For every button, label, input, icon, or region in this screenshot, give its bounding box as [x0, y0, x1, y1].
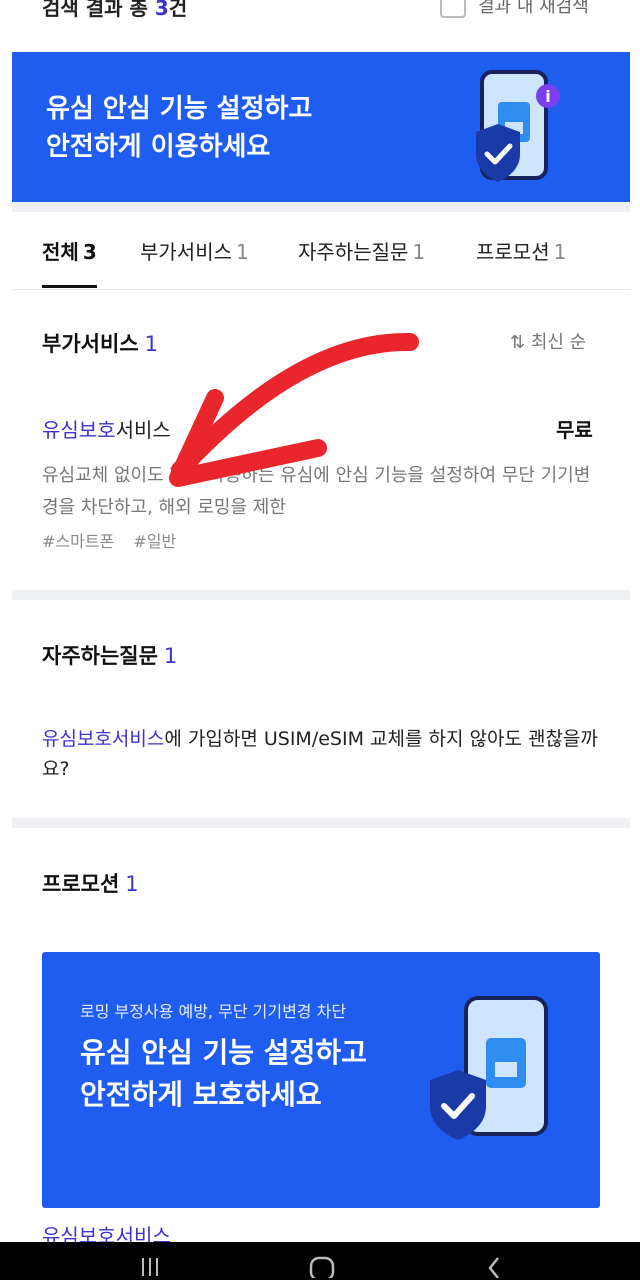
faq-section-title: 자주하는질문 1 — [42, 644, 178, 668]
search-within-checkbox[interactable] — [440, 0, 466, 18]
promo-banner-title: 유심 안심 기능 설정하고 안전하게 보호하세요 — [80, 1036, 367, 1111]
recent-apps-icon — [142, 1258, 158, 1276]
tab-promotion[interactable]: 프로모션 1 — [476, 236, 566, 288]
section-divider — [12, 818, 630, 828]
tab-addon-services[interactable]: 부가서비스 1 — [140, 236, 249, 288]
phone-sim-icon: i — [476, 70, 560, 182]
promo-banner[interactable]: 로밍 부정사용 예방, 무단 기기변경 차단 유심 안심 기능 설정하고 안전하… — [42, 952, 600, 1208]
addon-section-title: 부가서비스 1 — [42, 332, 158, 356]
top-banner[interactable]: 유심 안심 기능 설정하고 안전하게 이용하세요 i — [12, 52, 630, 202]
info-badge-icon: i — [536, 84, 560, 108]
svg-text:i: i — [545, 87, 550, 106]
addon-item-tags: #스마트폰 #일반 — [42, 528, 190, 552]
result-count: 3 — [154, 0, 169, 20]
home-button[interactable] — [308, 1254, 336, 1280]
addon-item-price: 무료 — [556, 418, 593, 442]
section-divider — [12, 590, 630, 600]
result-summary-bar: 검색 결과 총 3건 결과 내 재검색 — [12, 0, 630, 26]
search-within-label[interactable]: 결과 내 재검색 — [478, 0, 589, 18]
addon-item-description[interactable]: 유심교체 없이도 현재 사용하는 유심에 안심 기능을 설정하여 무단 기기변경… — [42, 460, 602, 524]
system-nav-bar — [0, 1242, 640, 1280]
sort-button[interactable]: ⇅ 최신 순 — [510, 328, 586, 354]
tab-faq[interactable]: 자주하는질문 1 — [298, 236, 425, 288]
result-count-text: 검색 결과 총 3건 — [42, 0, 187, 21]
back-button[interactable] — [484, 1254, 504, 1280]
addon-item-title[interactable]: 유심보호서비스 — [42, 414, 171, 443]
tab-all[interactable]: 전체 3 — [42, 236, 97, 288]
search-results-page: 검색 결과 총 3건 결과 내 재검색 유심 안심 기능 설정하고 안전하게 이… — [12, 0, 630, 1280]
tag[interactable]: #일반 — [133, 532, 176, 551]
promo-banner-subtitle: 로밍 부정사용 예방, 무단 기기변경 차단 — [80, 1002, 347, 1021]
recent-apps-button[interactable] — [138, 1254, 162, 1280]
phone-sim-icon — [430, 996, 548, 1140]
category-tabs: 전체 3 부가서비스 1 자주하는질문 1 프로모션 1 — [12, 214, 630, 290]
promo-section-title: 프로모션 1 — [42, 872, 139, 896]
sort-arrows-icon: ⇅ — [510, 332, 526, 353]
tag[interactable]: #스마트폰 — [42, 532, 114, 551]
faq-item[interactable]: 유심보호서비스에 가입하면 USIM/eSIM 교체를 하지 않아도 괜찮을까요… — [42, 724, 602, 784]
home-icon — [309, 1256, 335, 1280]
section-divider — [12, 202, 630, 212]
back-icon — [488, 1257, 499, 1279]
top-banner-title: 유심 안심 기능 설정하고 안전하게 이용하세요 — [46, 94, 313, 162]
